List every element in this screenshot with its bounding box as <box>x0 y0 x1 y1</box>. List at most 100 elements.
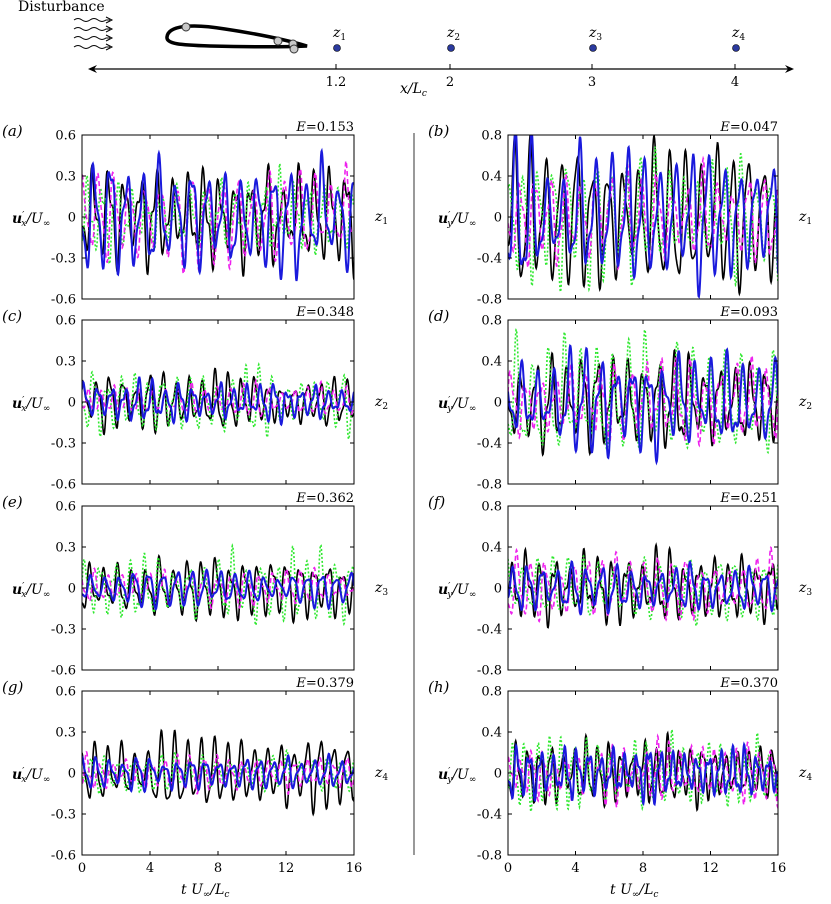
probe-label: z4 <box>798 765 812 783</box>
y-tick-label: -0.3 <box>51 252 76 267</box>
x-tick-label: 12 <box>278 861 295 876</box>
y-tick-label: 0 <box>68 582 76 597</box>
panel-d: 0.8 0.4 0 -0.4 -0.8 (d) E=0.093 u′ y/U∞ z2 <box>428 305 812 493</box>
y-tick-label: 0.4 <box>481 726 502 741</box>
probe-marker <box>447 44 455 52</box>
energy-label: E=0.348 <box>295 305 354 320</box>
probe-marker <box>333 44 341 52</box>
energy-label: E=0.047 <box>719 120 778 135</box>
probe-label: z4 <box>374 765 388 783</box>
y-tick-label: -0.4 <box>477 252 502 267</box>
x-tick-label: 8 <box>639 861 647 876</box>
y-tick-label: -0.3 <box>51 808 76 823</box>
y-tick-label: 0.3 <box>55 541 76 556</box>
x-axis-label-right: t U∞/Lc <box>610 882 658 900</box>
y-tick-label: -0.6 <box>51 849 76 864</box>
streamwise-tick-label: 2 <box>446 75 454 90</box>
y-tick-label: 0 <box>494 582 502 597</box>
y-tick-label: -0.4 <box>477 808 502 823</box>
y-tick-label: -0.4 <box>477 623 502 638</box>
energy-label: E=0.093 <box>719 305 778 320</box>
y-axis-label: u′ y/U∞ <box>438 396 476 414</box>
probe-label: z2 <box>446 25 460 43</box>
y-tick-label: 0.8 <box>481 500 502 515</box>
energy-label: E=0.362 <box>295 491 354 506</box>
y-tick-label: 0 <box>68 396 76 411</box>
y-axis-label: u′ x/U∞ <box>12 396 50 414</box>
y-tick-label: 0 <box>68 211 76 226</box>
probe-label: z1 <box>798 209 812 227</box>
streamwise-tick-label: 4 <box>731 75 739 90</box>
x-tick-label: 16 <box>770 861 787 876</box>
panel-e: 0.6 0.3 0 -0.3 -0.6 (e) E=0.362 u′ x/U∞ z3 <box>2 491 388 679</box>
energy-label: E=0.379 <box>295 676 354 691</box>
top-schematic: Disturbance z1 z2 z3 z4 1.2 2 3 4 x/Lc <box>18 0 794 99</box>
y-tick-label: -0.8 <box>477 664 502 679</box>
disturbance-arrows-icon <box>73 16 114 51</box>
panel-label: (g) <box>2 678 23 696</box>
y-tick-label: -0.3 <box>51 623 76 638</box>
panel-c: 0.6 0.3 0 -0.3 -0.6 (c) E=0.348 u′ x/U∞ z2 <box>2 305 388 493</box>
probe-markers: z1 z2 z3 z4 <box>332 25 745 52</box>
x-tick-label: 0 <box>78 861 86 876</box>
streamwise-tick-label: 1.2 <box>326 75 347 90</box>
y-tick-label: 0.4 <box>481 355 502 370</box>
energy-label: E=0.370 <box>719 676 778 691</box>
energy-label: E=0.251 <box>719 491 778 506</box>
y-tick-label: 0 <box>494 211 502 226</box>
y-tick-label: 0.3 <box>55 355 76 370</box>
probe-label: z3 <box>798 580 812 598</box>
panel-label: (b) <box>428 122 449 140</box>
y-tick-label: 0.8 <box>481 314 502 329</box>
y-tick-label: -0.6 <box>51 664 76 679</box>
x-tick-label: 0 <box>504 861 512 876</box>
probe-label: z1 <box>374 209 388 227</box>
y-axis-label: u′ y/U∞ <box>438 767 476 785</box>
y-axis-label: u′ x/U∞ <box>12 211 50 229</box>
x-tick-label: 8 <box>214 861 222 876</box>
y-tick-label: -0.6 <box>51 293 76 308</box>
y-tick-label: -0.4 <box>477 437 502 452</box>
panel-f: 0.8 0.4 0 -0.4 -0.8 (f) E=0.251 u′ y/U∞ z3 <box>428 491 812 679</box>
y-tick-label: 0 <box>494 767 502 782</box>
panel-label: (h) <box>428 678 450 696</box>
panel-label: (f) <box>428 493 445 511</box>
y-axis-label: u′ x/U∞ <box>12 767 50 785</box>
streamwise-axis-label: x/Lc <box>400 81 427 99</box>
probe-label: z3 <box>588 25 602 43</box>
probe-label: z3 <box>374 580 388 598</box>
panel-h: 0.80.40-0.4-0.80 4 8 12 16(h) E=0.370u′ y/U∞ z4 <box>428 676 812 876</box>
x-tick-label: 12 <box>702 861 719 876</box>
x-tick-label: 16 <box>346 861 363 876</box>
y-tick-label: -0.6 <box>51 478 76 493</box>
y-axis-label: u′ y/U∞ <box>438 582 476 600</box>
panel-label: (a) <box>2 122 23 140</box>
probe-label: z4 <box>731 25 745 43</box>
panels: 0.60.30-0.3-0.6(a) E=0.153u′ x/U∞ z10.80.40… <box>2 120 812 876</box>
panel-label: (c) <box>2 307 22 325</box>
panel-label: (e) <box>2 493 23 511</box>
y-tick-label: 0.4 <box>481 170 502 185</box>
y-tick-label: 0.3 <box>55 170 76 185</box>
panel-g: 0.60.30-0.3-0.60 4 8 12 16(g) E=0.379u′ x/U∞ z4 <box>2 676 388 876</box>
series-line-black <box>82 161 354 280</box>
x-axis-label-left: t U∞/Lc <box>181 882 229 900</box>
y-tick-label: -0.8 <box>477 478 502 493</box>
y-axis-label: u′ y/U∞ <box>438 211 476 229</box>
probe-label: z2 <box>798 394 812 412</box>
probe-marker <box>589 44 597 52</box>
probe-marker <box>732 44 740 52</box>
probe-label: z2 <box>374 394 388 412</box>
probe-label: z1 <box>332 25 346 43</box>
y-tick-label: -0.8 <box>477 849 502 864</box>
y-tick-label: 0.6 <box>55 314 76 329</box>
streamwise-tick-label: 3 <box>588 75 596 90</box>
streamwise-axis-ticks: 1.2 2 3 4 <box>326 64 739 90</box>
y-tick-label: 0.4 <box>481 541 502 556</box>
y-tick-label: -0.3 <box>51 437 76 452</box>
x-tick-label: 4 <box>571 861 579 876</box>
y-tick-label: -0.8 <box>477 293 502 308</box>
y-tick-label: 0.6 <box>55 129 76 144</box>
disturbance-label: Disturbance <box>18 0 105 15</box>
y-tick-label: 0.6 <box>55 500 76 515</box>
